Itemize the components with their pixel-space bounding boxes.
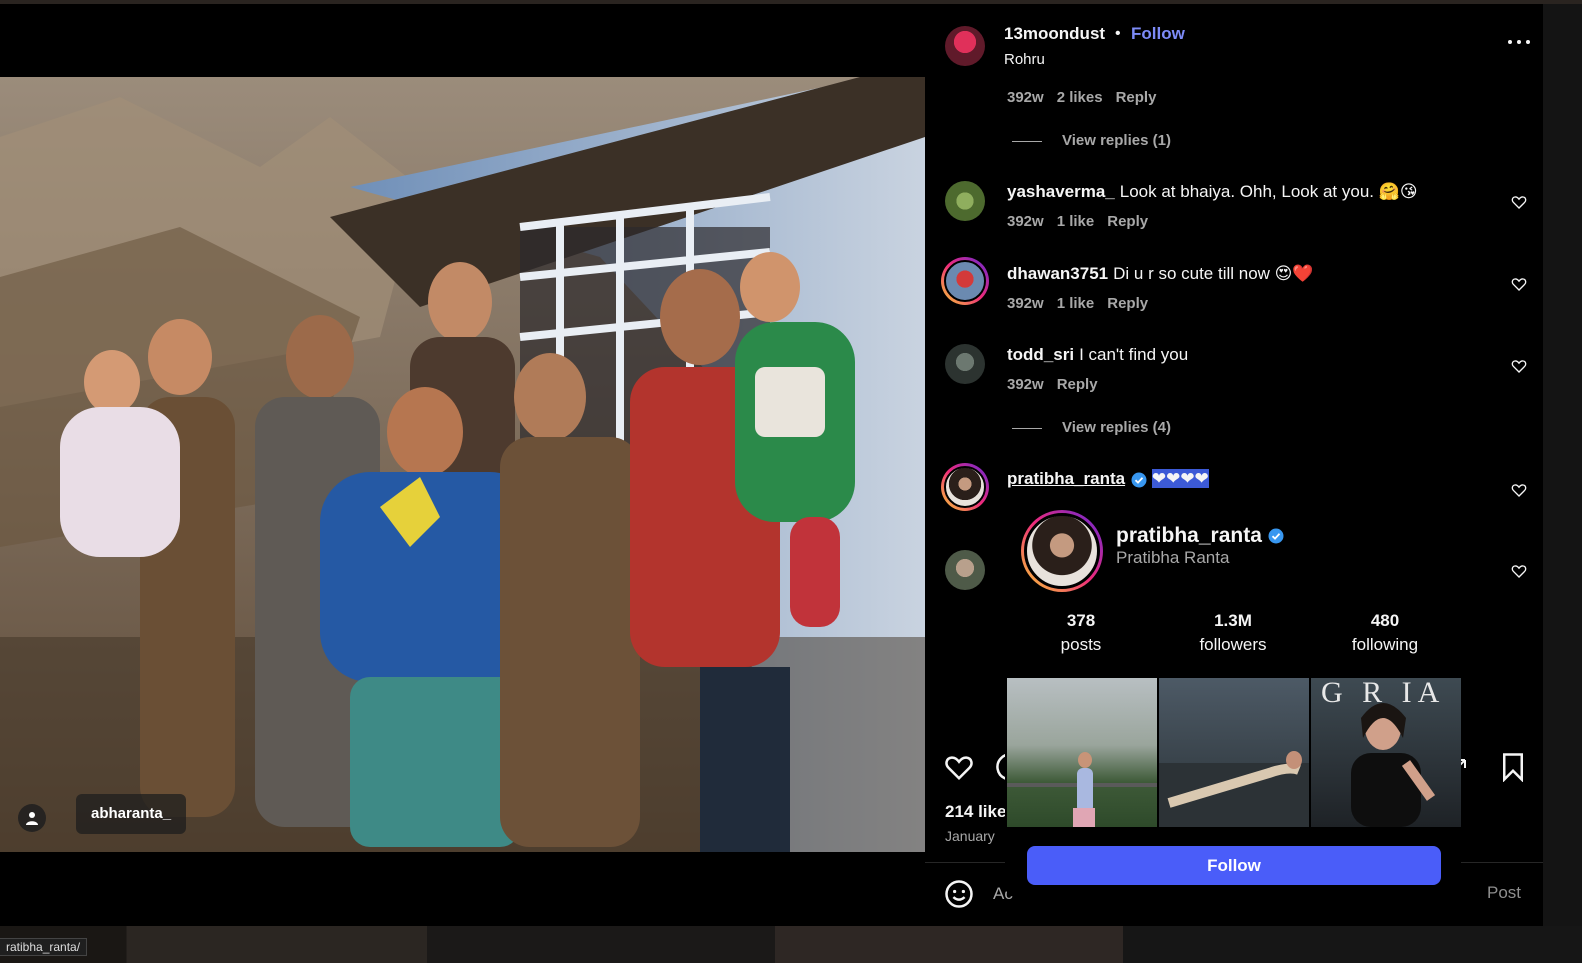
profile-avatar-ring[interactable] xyxy=(1021,510,1103,592)
profile-post-thumbnail[interactable]: G R IA xyxy=(1311,678,1461,827)
reply-button[interactable]: Reply xyxy=(1107,295,1148,312)
comment-likes[interactable]: 1 like xyxy=(1057,295,1095,312)
follow-button-label: Follow xyxy=(1207,855,1261,875)
comment-meta: 392w 2 likes Reply xyxy=(1007,89,1156,106)
link-url-hint: ratibha_ranta/ xyxy=(0,938,88,956)
commenter-avatar[interactable] xyxy=(945,344,985,384)
comment-meta: 392w Reply xyxy=(1007,376,1098,393)
comment-username[interactable]: dhawan3751 xyxy=(1007,264,1108,283)
comment-username[interactable]: todd_sri xyxy=(1007,345,1074,364)
profile-stat-posts: 378 posts xyxy=(1005,611,1157,655)
comment-text: todd_sri I can't find you xyxy=(1007,345,1188,365)
like-comment-heart-icon[interactable] xyxy=(1511,194,1527,210)
post-date: January xyxy=(945,828,995,844)
stat-label: posts xyxy=(1060,635,1102,654)
like-comment-heart-icon[interactable] xyxy=(1511,276,1527,292)
comment-text: pratibha_ranta ❤❤❤❤ xyxy=(1007,469,1209,489)
post-media-area[interactable]: abharanta_ xyxy=(0,4,925,926)
post-location[interactable]: Rohru xyxy=(1004,51,1045,68)
profile-username[interactable]: pratibha_ranta xyxy=(1116,524,1284,548)
view-replies-button[interactable]: View replies (1) xyxy=(1012,132,1171,149)
profile-post-thumbnail[interactable] xyxy=(1159,678,1309,827)
comment-meta: 392w 1 like Reply xyxy=(1007,295,1148,312)
emoji-icon[interactable] xyxy=(944,879,974,909)
comment-age: 392w xyxy=(1007,213,1044,230)
comment-text: yashaverma_ Look at bhaiya. Ohh, Look at … xyxy=(1007,182,1418,202)
like-heart-icon[interactable] xyxy=(944,752,974,782)
magazine-title-text: G R IA xyxy=(1321,678,1446,709)
likes-count[interactable]: 214 like xyxy=(945,802,1006,822)
stat-value: 1.3M xyxy=(1214,611,1252,630)
post-header: 13moondust • Follow Rohru xyxy=(925,4,1543,86)
stat-label: followers xyxy=(1199,635,1267,654)
comment-text: dhawan3751 Di u r so cute till now 😍❤️ xyxy=(1007,264,1314,284)
profile-stat-followers: 1.3M followers xyxy=(1157,611,1309,655)
comment-age: 392w xyxy=(1007,376,1044,393)
stat-value: 480 xyxy=(1370,611,1400,630)
stat-label: following xyxy=(1351,635,1419,654)
commenter-avatar[interactable] xyxy=(941,463,989,511)
commenter-avatar[interactable] xyxy=(941,257,989,305)
verified-badge-icon xyxy=(1268,528,1284,544)
follow-link[interactable]: Follow xyxy=(1131,24,1185,44)
bookmark-icon[interactable] xyxy=(1498,752,1528,782)
tagged-user-label[interactable]: abharanta_ xyxy=(76,794,187,834)
verified-badge-icon xyxy=(1131,472,1147,488)
comment-age: 392w xyxy=(1007,295,1044,312)
commenter-avatar[interactable] xyxy=(945,550,985,590)
comment-meta: 392w 1 like Reply xyxy=(1007,213,1148,230)
comment-username[interactable]: yashaverma_ xyxy=(1007,182,1115,201)
reply-button[interactable]: Reply xyxy=(1107,213,1148,230)
post-comment-button[interactable]: Post xyxy=(1487,883,1521,903)
comment-username[interactable]: pratibha_ranta xyxy=(1007,469,1125,488)
comment-body: I can't find you xyxy=(1079,345,1189,364)
view-replies-label: View replies (1) xyxy=(1062,132,1171,149)
comment-body: ❤❤❤❤ xyxy=(1151,469,1209,488)
profile-username-text[interactable]: pratibha_ranta xyxy=(1116,524,1262,547)
more-options-icon[interactable] xyxy=(1508,40,1530,46)
like-comment-heart-icon[interactable] xyxy=(1511,563,1527,579)
profile-stat-following: 480 following xyxy=(1309,611,1461,655)
reply-button[interactable]: Reply xyxy=(1057,376,1098,393)
stat-value: 378 xyxy=(1066,611,1096,630)
profile-hover-card: pratibha_ranta Pratibha Ranta 378 posts 1… xyxy=(1005,498,1461,895)
comment-body: Look at bhaiya. Ohh, Look at you. 🤗😘 xyxy=(1119,182,1418,201)
comment-likes[interactable]: 2 likes xyxy=(1057,89,1103,106)
post-photo[interactable] xyxy=(0,77,925,852)
person-icon[interactable] xyxy=(18,804,46,832)
profile-avatar[interactable] xyxy=(1024,513,1100,589)
profile-full-name: Pratibha Ranta xyxy=(1116,548,1230,567)
owner-avatar[interactable] xyxy=(945,26,985,66)
like-comment-heart-icon[interactable] xyxy=(1511,358,1527,374)
background-feed-strip-bottom xyxy=(0,926,1582,963)
comment-likes[interactable]: 1 like xyxy=(1057,213,1095,230)
profile-follow-button[interactable]: Follow xyxy=(1027,846,1441,885)
comment-age: 392w xyxy=(1007,89,1044,106)
view-replies-button[interactable]: View replies (4) xyxy=(1012,419,1171,436)
view-replies-label: View replies (4) xyxy=(1062,419,1171,436)
reply-button[interactable]: Reply xyxy=(1116,89,1157,106)
family-photo-illustration xyxy=(0,77,925,852)
owner-username[interactable]: 13moondust xyxy=(1004,24,1105,44)
comment-body: Di u r so cute till now 😍❤️ xyxy=(1113,264,1314,283)
commenter-avatar[interactable] xyxy=(945,181,985,221)
separator-dot: • xyxy=(1115,25,1121,42)
profile-post-thumbnail[interactable] xyxy=(1007,678,1157,827)
like-comment-heart-icon[interactable] xyxy=(1511,482,1527,498)
